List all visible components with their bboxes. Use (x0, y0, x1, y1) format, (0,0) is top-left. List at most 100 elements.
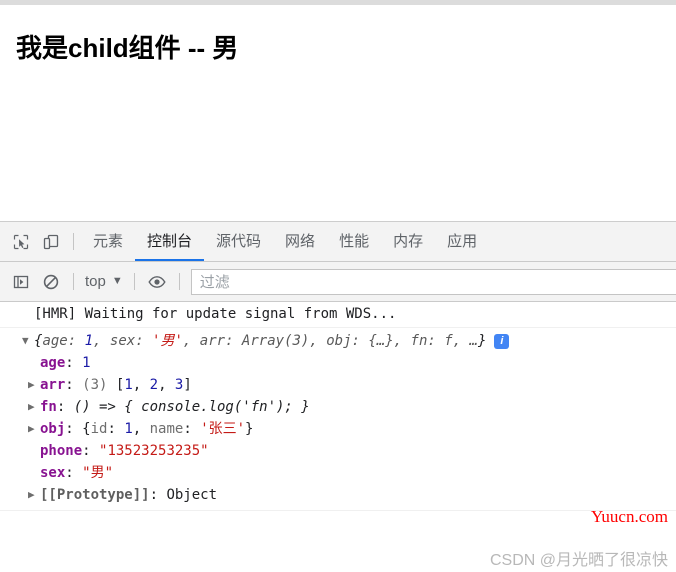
property-colon: : (56, 399, 74, 415)
property-name: arr (40, 377, 66, 393)
preview-key-arr: arr (199, 333, 226, 349)
preview-ellipsis: … (469, 333, 478, 349)
property-name: phone (40, 443, 83, 459)
console-sidebar-icon (12, 273, 30, 291)
page-title: 我是child组件 -- 男 (16, 33, 239, 63)
clear-console-button[interactable] (36, 267, 66, 297)
property-value: Object (166, 487, 218, 503)
preview-sep-2: : (225, 333, 242, 349)
tab-network[interactable]: 网络 (273, 222, 327, 261)
nested-comma: , (132, 421, 150, 437)
preview-key-sex: sex (109, 333, 136, 349)
console-object-group: ▼ {age: 1, sex: '男', arr: Array(3), obj:… (0, 328, 676, 511)
property-name: age (40, 355, 66, 371)
preview-key-fn: fn (410, 333, 428, 349)
object-property-fn[interactable]: ▶ fn: () => { console.log('fn'); } (0, 396, 676, 418)
collapse-triangle-icon[interactable]: ▼ (22, 330, 29, 352)
preview-close-brace: } (477, 333, 487, 349)
preview-value-obj: {…} (368, 333, 394, 349)
expand-triangle-icon[interactable]: ▶ (28, 374, 35, 396)
expand-triangle-icon[interactable]: ▶ (28, 418, 35, 440)
preview-sep-4: : (427, 333, 445, 349)
execution-context-selector[interactable]: top ▼ (81, 273, 127, 290)
object-property-arr[interactable]: ▶ arr: (3) [1, 2, 3] (0, 374, 676, 396)
live-expression-button[interactable] (142, 267, 172, 297)
nested-key-name: name (149, 421, 184, 437)
console-toolbar-divider-3 (178, 273, 180, 290)
info-badge-icon[interactable]: i (494, 333, 510, 349)
property-value: () => { console.log('fn'); } (73, 399, 310, 415)
property-value: "男" (82, 465, 114, 481)
object-property-prototype[interactable]: ▶ [[Prototype]]: Object (0, 484, 676, 506)
array-comma-1: , (158, 377, 175, 393)
object-property-obj[interactable]: ▶ obj: {id: 1, name: '张三'} (0, 418, 676, 440)
preview-sep-3: : (351, 333, 369, 349)
expand-triangle-icon[interactable]: ▶ (28, 484, 35, 506)
object-preview-text: {age: 1, sex: '男', arr: Array(3), obj: {… (34, 333, 486, 349)
property-colon: : (65, 377, 83, 393)
inspect-element-button[interactable] (6, 227, 36, 257)
tab-elements[interactable]: 元素 (81, 222, 135, 261)
array-space (107, 377, 115, 393)
expand-triangle-icon[interactable]: ▶ (28, 396, 35, 418)
object-property-sex[interactable]: sex: "男" (0, 462, 676, 484)
device-toolbar-button[interactable] (36, 227, 66, 257)
property-name: sex (40, 465, 66, 481)
array-length: (3) (82, 377, 108, 393)
tab-sources[interactable]: 源代码 (204, 222, 273, 261)
console-message-list[interactable]: [HMR] Waiting for update signal from WDS… (0, 302, 676, 572)
nested-colon-id: : (107, 421, 125, 437)
console-toolbar-divider-2 (133, 273, 135, 290)
devtools-panel: 元素 控制台 源代码 网络 性能 内存 应用 top ▼ 过滤 [HMR] Wa… (0, 221, 676, 572)
filter-input[interactable]: 过滤 (190, 268, 676, 295)
array-comma-0: , (132, 377, 150, 393)
nested-colon-name: : (183, 421, 201, 437)
array-item-1: 2 (149, 377, 159, 393)
preview-key-obj: obj (326, 333, 352, 349)
preview-comma-1: , (182, 333, 200, 349)
property-colon: : (82, 443, 100, 459)
console-message-hmr: [HMR] Waiting for update signal from WDS… (0, 302, 676, 328)
page-viewport: 我是child组件 -- 男 (0, 5, 676, 221)
nested-value-name: '张三' (200, 421, 246, 437)
eye-icon (147, 273, 167, 291)
preview-value-fn: f (444, 333, 453, 349)
tab-console[interactable]: 控制台 (135, 222, 205, 261)
preview-value-age: 1 (84, 333, 94, 349)
property-name: [[Prototype]] (40, 487, 150, 503)
filter-placeholder-text: 过滤 (199, 274, 230, 291)
inspect-element-icon (12, 233, 30, 251)
property-value: "13523253235" (99, 443, 209, 459)
nested-value-id: 1 (124, 421, 133, 437)
preview-value-arr: Array(3) (241, 333, 310, 349)
devtools-tabbar: 元素 控制台 源代码 网络 性能 内存 应用 (0, 222, 676, 262)
chevron-down-icon: ▼ (111, 275, 123, 287)
obj-open-brace: { (82, 421, 91, 437)
property-value: 1 (82, 355, 91, 371)
tab-memory[interactable]: 内存 (381, 222, 435, 261)
obj-close-brace: } (245, 421, 254, 437)
property-colon: : (65, 355, 83, 371)
object-property-age[interactable]: age: 1 (0, 352, 676, 374)
object-property-phone[interactable]: phone: "13523253235" (0, 440, 676, 462)
watermark-yuucn: Yuucn.com (591, 507, 668, 526)
preview-sep-0: : (67, 333, 85, 349)
property-colon: : (65, 421, 83, 437)
property-colon: : (65, 465, 83, 481)
console-sidebar-button[interactable] (6, 267, 36, 297)
object-preview-row[interactable]: ▼ {age: 1, sex: '男', arr: Array(3), obj:… (0, 330, 676, 352)
property-colon: : (149, 487, 167, 503)
tab-performance[interactable]: 性能 (327, 222, 381, 261)
console-toolbar: top ▼ 过滤 (0, 262, 676, 302)
property-name: fn (40, 399, 57, 415)
array-item-0: 1 (124, 377, 133, 393)
array-close-bracket: ] (183, 377, 192, 393)
property-name: obj (40, 421, 66, 437)
nested-key-id: id (90, 421, 108, 437)
device-toolbar-icon (42, 233, 60, 251)
tab-application[interactable]: 应用 (435, 222, 489, 261)
preview-comma-4: , (452, 333, 470, 349)
preview-key-age: age (42, 333, 68, 349)
console-toolbar-divider-1 (73, 273, 74, 290)
clear-console-icon (42, 273, 60, 291)
